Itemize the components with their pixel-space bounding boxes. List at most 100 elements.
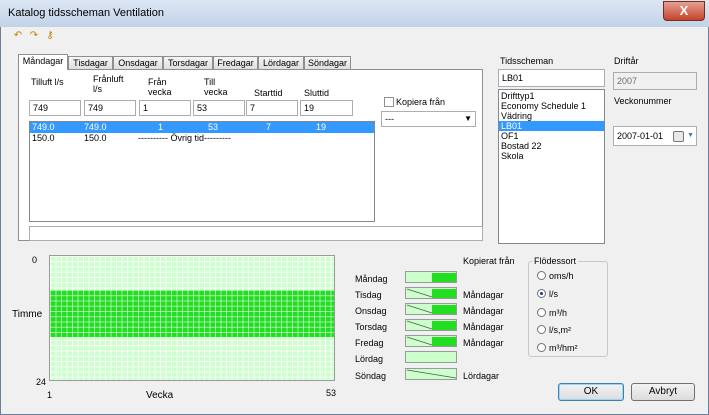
copied-from: Måndagar [463,306,504,316]
header-tilluft: Tilluft l/s [31,77,64,87]
day-label: Fredag [355,338,384,348]
tab-sondagar[interactable]: Söndagar [304,56,351,69]
copy-line-icon [406,304,433,314]
starttid-input[interactable]: 7 [246,100,298,116]
period-tilluft: 150.0 [32,133,55,143]
driftar-field: 2007 [613,72,697,90]
ok-button[interactable]: OK [558,383,624,401]
tidsscheman-input[interactable]: LB01 [498,69,605,87]
header-fran-vecka: Från vecka [148,77,172,97]
day-label: Söndag [355,371,387,381]
status-field [29,226,483,241]
header-starttid: Starttid [254,88,283,98]
schedule-item-selected[interactable]: LB01 [499,121,604,131]
day-mini-sondag [405,368,457,380]
redo-icon[interactable]: ↷ [29,31,39,41]
radio-label: l/s [549,289,558,299]
day-mini-tisdag [405,287,457,299]
tab-onsdagar[interactable]: Onsdagar [113,56,163,69]
period-tilluft: 749.0 [32,122,55,132]
schedule-item[interactable]: Skola [499,151,604,161]
kopiera-select[interactable]: --- ▼ [381,111,476,127]
kopiera-value: --- [385,114,394,124]
kopiera-checkbox[interactable] [384,97,394,107]
franluft-input[interactable]: 749 [84,100,136,116]
tab-mandagar[interactable]: Måndagar [18,54,68,70]
day-mini-fredag [405,335,457,347]
copied-from: Måndagar [463,338,504,348]
veckonummer-label: Veckonummer [614,96,672,106]
header-sluttid: Sluttid [304,88,330,98]
day-label: Torsdag [355,322,388,332]
schedule-item[interactable]: Drifttyp1 [499,91,604,101]
copied-from: Måndagar [463,290,504,300]
tidsscheman-label: Tidsscheman [500,56,554,66]
radio-m3-h[interactable] [537,308,546,317]
copy-line-icon [406,336,433,346]
till-vecka-input[interactable]: 53 [193,100,245,116]
kopierat-header: Kopierat från [463,256,515,266]
day-mini-lordag [405,351,457,363]
radio-label: oms/h [549,271,574,281]
calendar-icon [673,131,684,142]
tab-fredagar[interactable]: Fredagar [213,56,258,69]
cancel-button[interactable]: Avbryt [631,383,695,401]
period-till: 53 [208,122,219,132]
schedule-list[interactable]: Drifttyp1 Economy Schedule 1 Vädring LB0… [498,89,605,244]
period-list[interactable]: 749.0 749.0 1 53 7 19 150.0 150.0 ------… [29,121,375,222]
period-note: ---------- Övrig tid--------- [138,133,231,143]
copied-from: Måndagar [463,322,504,332]
radio-m3-hm2[interactable] [537,343,546,352]
copy-line-icon [406,288,433,298]
chevron-down-icon: ▼ [687,132,694,139]
driftar-label: Driftår [614,56,639,66]
period-row-1[interactable]: 749.0 749.0 1 53 7 19 [30,122,374,133]
date-picker[interactable]: 2007-01-01 ▼ [613,126,697,146]
period-franluft: 150.0 [84,133,107,143]
radio-oms-h[interactable] [537,271,546,280]
tab-tisdagar[interactable]: Tisdagar [68,56,113,69]
radio-label: m³/hm² [549,343,578,353]
radio-label: m³/h [549,308,567,318]
day-label: Lördag [355,354,384,364]
period-start: 7 [266,122,272,132]
day-label: Måndag [355,274,388,284]
flodessort-label: Flödessort [532,256,579,266]
window-title: Katalog tidsscheman Ventilation [8,7,164,19]
radio-l-s-m2[interactable] [537,325,546,334]
kopiera-label: Kopiera från [396,97,446,107]
y-axis-label: Timme [12,309,43,320]
period-franluft: 749.0 [84,122,107,132]
schedule-item[interactable]: Bostad 22 [499,141,604,151]
day-label: Onsdag [355,306,387,316]
y-top-label: 0 [32,255,38,265]
key-icon[interactable]: ⚷ [45,31,55,41]
tab-torsdagar[interactable]: Torsdagar [163,56,213,69]
undo-icon[interactable]: ↶ [13,31,23,41]
schedule-item[interactable]: Economy Schedule 1 [499,101,604,111]
sluttid-input[interactable]: 19 [300,100,353,116]
header-franluft: Frånluft l/s [93,74,124,94]
day-label: Tisdag [355,290,382,300]
schedule-item[interactable]: Vädring [499,111,604,121]
day-mini-onsdag [405,303,457,315]
tab-lordagar[interactable]: Lördagar [258,56,304,69]
day-mini-mandag [405,271,457,283]
y-bottom-label: 24 [36,377,47,387]
radio-label: l/s,m² [549,325,571,335]
chevron-down-icon: ▼ [464,114,472,123]
header-till-vecka: Till vecka [204,77,228,97]
x-right-label: 53 [326,388,337,398]
period-row-2[interactable]: 150.0 150.0 ---------- Övrig tid--------… [30,133,374,144]
fran-vecka-input[interactable]: 1 [139,100,191,116]
radio-l-s[interactable] [537,289,546,298]
period-fran: 1 [158,122,164,132]
schedule-item[interactable]: OF1 [499,131,604,141]
copied-from: Lördagar [463,371,500,381]
date-value: 2007-01-01 [617,131,664,141]
x-left-label: 1 [47,390,53,400]
close-button[interactable]: X [663,1,705,21]
period-slut: 19 [316,122,327,132]
tilluft-input[interactable]: 749 [29,100,81,116]
x-axis-label: Vecka [146,390,174,401]
